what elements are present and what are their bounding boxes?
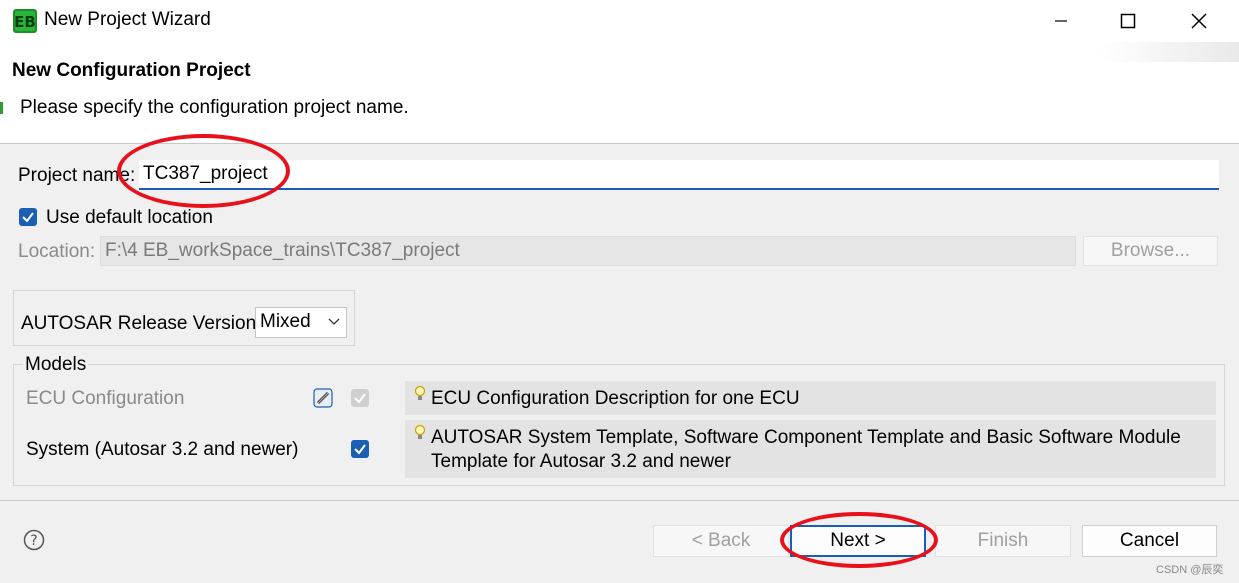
browse-button[interactable]: Browse... <box>1083 236 1218 266</box>
checkmark-icon <box>354 393 366 404</box>
autosar-version-label: AUTOSAR Release Version: <box>21 313 262 334</box>
title-bar: EB New Project Wizard <box>0 0 1239 42</box>
system-description: AUTOSAR System Template, Software Compon… <box>405 420 1216 478</box>
ecu-configuration-description: ECU Configuration Description for one EC… <box>405 381 1216 415</box>
system-description-line2: Template for Autosar 3.2 and newer <box>431 451 731 472</box>
project-name-input[interactable] <box>139 160 1219 190</box>
back-button[interactable]: < Back <box>653 525 789 557</box>
close-icon <box>1191 13 1207 29</box>
checkmark-icon <box>22 212 34 223</box>
svg-text:EB: EB <box>14 13 36 31</box>
finish-button[interactable]: Finish <box>935 525 1071 557</box>
header-decoration <box>1099 42 1239 62</box>
edit-icon[interactable] <box>313 388 333 408</box>
page-title: New Configuration Project <box>12 60 251 81</box>
use-default-location-checkbox[interactable] <box>19 208 37 226</box>
maximize-icon <box>1120 13 1136 29</box>
footer-divider <box>0 500 1239 501</box>
minimize-icon <box>1055 20 1067 22</box>
checkmark-icon <box>354 444 366 455</box>
annotation-ellipse-next <box>780 512 938 568</box>
app-logo-icon: EB <box>13 9 37 33</box>
lightbulb-icon <box>414 385 426 400</box>
models-group-label: Models <box>23 354 89 376</box>
location-label: Location: <box>18 241 96 262</box>
model-name-system: System (Autosar 3.2 and newer) <box>26 439 299 460</box>
wizard-header: New Configuration Project Please specify… <box>0 42 1239 144</box>
window-title: New Project Wizard <box>44 9 211 30</box>
svg-text:?: ? <box>30 533 37 549</box>
model-name-ecu-configuration: ECU Configuration <box>26 388 185 409</box>
system-description-line1: AUTOSAR System Template, Software Compon… <box>431 427 1181 448</box>
maximize-button[interactable] <box>1098 6 1158 36</box>
annotation-ellipse-project-name <box>117 134 290 208</box>
ecu-configuration-checkbox <box>351 389 369 407</box>
autosar-version-select[interactable]: Mixed <box>255 307 347 338</box>
close-button[interactable] <box>1169 6 1229 36</box>
use-default-location-label: Use default location <box>46 207 213 228</box>
page-description: Please specify the configuration project… <box>20 97 409 118</box>
autosar-version-value: Mixed <box>260 311 311 332</box>
lightbulb-icon <box>414 424 426 439</box>
chevron-down-icon <box>328 318 340 325</box>
ecu-configuration-description-text: ECU Configuration Description for one EC… <box>431 388 800 409</box>
cancel-button[interactable]: Cancel <box>1082 525 1217 557</box>
system-checkbox[interactable] <box>351 440 369 458</box>
left-accent-mark <box>0 102 3 114</box>
minimize-button[interactable] <box>1031 6 1091 36</box>
help-icon[interactable]: ? <box>23 529 45 551</box>
location-field: F:\4 EB_workSpace_trains\TC387_project <box>100 236 1076 266</box>
watermark: CSDN @辰奕 <box>1156 564 1224 576</box>
